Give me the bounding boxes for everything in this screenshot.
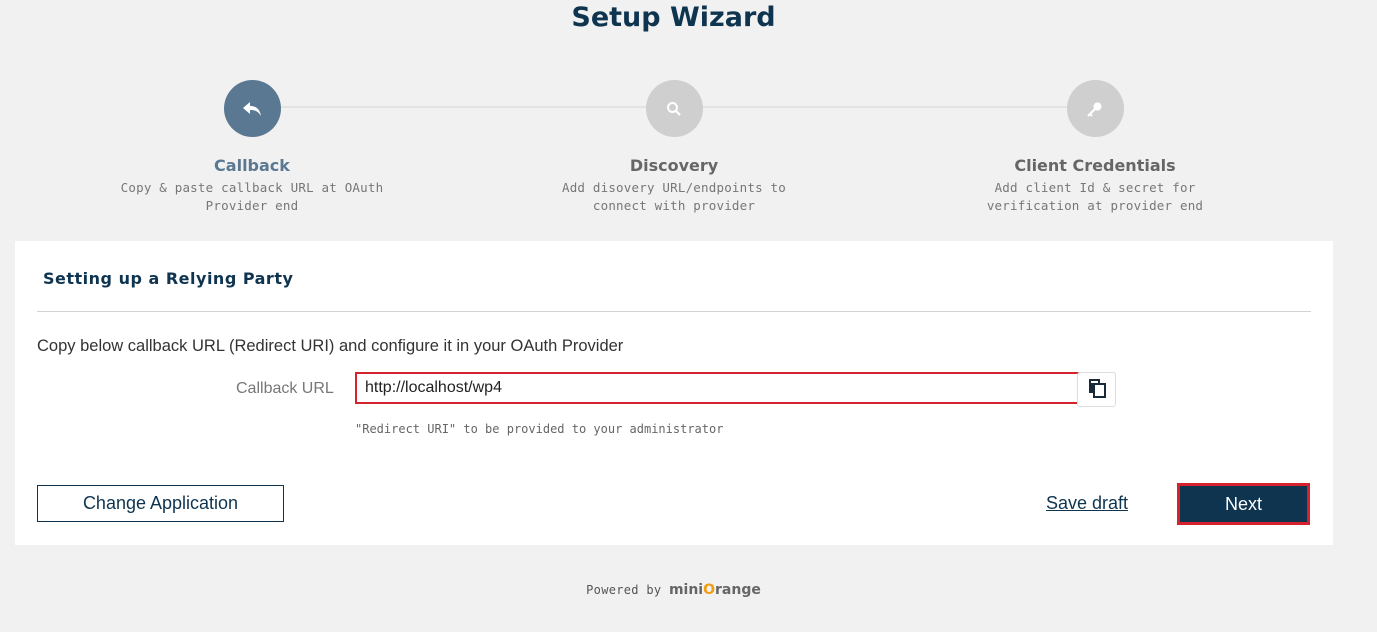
divider <box>37 311 1311 312</box>
miniorange-logo: miniOrange <box>669 582 761 598</box>
card-title: Setting up a Relying Party <box>43 269 294 288</box>
step-title: Discovery <box>629 156 719 175</box>
next-button[interactable]: Next <box>1177 483 1310 525</box>
copy-icon <box>1086 377 1108 403</box>
step-callback[interactable]: Callback Copy & paste callback URL at OA… <box>112 80 392 215</box>
step-desc-line: verification at provider end <box>986 198 1204 213</box>
callback-url-input[interactable]: http://localhost/wp4 <box>355 372 1079 404</box>
step-discovery[interactable]: Discovery Add disovery URL/endpoints to … <box>534 80 814 215</box>
brand-part: range <box>715 582 761 598</box>
step-description: Add disovery URL/endpoints to connect wi… <box>534 179 814 215</box>
step-desc-line: Add disovery URL/endpoints to <box>561 180 787 195</box>
save-draft-link[interactable]: Save draft <box>1046 493 1128 514</box>
step-description: Copy & paste callback URL at OAuth Provi… <box>112 179 392 215</box>
step-client-credentials[interactable]: Client Credentials Add client Id & secre… <box>955 80 1235 215</box>
instruction-text: Copy below callback URL (Redirect URI) a… <box>37 337 624 355</box>
brand-part: mini <box>668 582 704 598</box>
step-title: Client Credentials <box>1014 156 1176 175</box>
step-description: Add client Id & secret for verification … <box>955 179 1235 215</box>
powered-by-footer: Powered by miniOrange <box>0 582 1347 598</box>
powered-by-text: Powered by <box>586 583 662 597</box>
page-title: Setup Wizard <box>571 2 776 33</box>
search-icon <box>645 80 703 137</box>
reply-arrow-icon <box>223 80 281 137</box>
brand-o: O <box>703 582 715 598</box>
step-desc-line: Add client Id & secret for <box>994 180 1196 195</box>
copy-button[interactable] <box>1077 372 1116 407</box>
callback-url-value: http://localhost/wp4 <box>365 379 502 396</box>
relying-party-card: Setting up a Relying Party Copy below ca… <box>15 241 1333 545</box>
step-title: Callback <box>214 156 290 175</box>
key-icon <box>1066 80 1124 137</box>
change-application-button[interactable]: Change Application <box>37 485 284 522</box>
callback-url-label: Callback URL <box>236 380 334 397</box>
step-desc-line: Provider end <box>205 198 299 213</box>
step-desc-line: connect with provider <box>592 198 756 213</box>
step-desc-line: Copy & paste callback URL at OAuth <box>120 180 384 195</box>
wizard-steps: Callback Copy & paste callback URL at OA… <box>0 78 1347 218</box>
redirect-uri-hint: "Redirect URI" to be provided to your ad… <box>355 422 724 436</box>
